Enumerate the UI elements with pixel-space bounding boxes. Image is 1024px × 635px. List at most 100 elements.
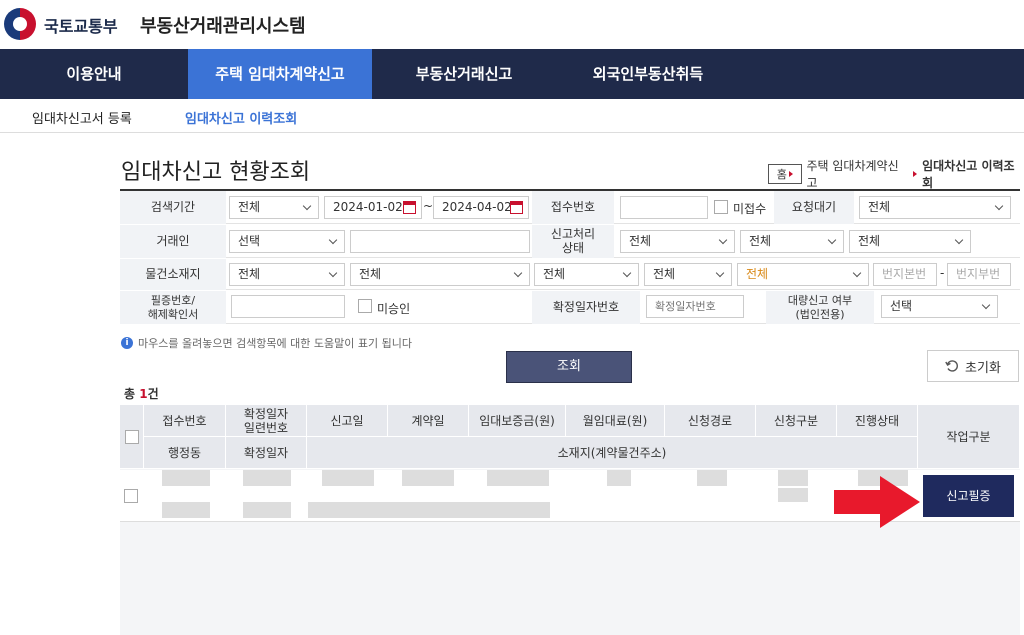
nav-item-guide[interactable]: 이용안내 [0, 49, 188, 99]
arrow-right-icon [834, 490, 884, 514]
bulk-report-label: 대량신고 여부 (법인전용) [766, 291, 874, 324]
home-label: 홈 [776, 168, 787, 181]
unapproved-checkbox[interactable] [358, 299, 372, 313]
system-title[interactable]: 부동산거래관리시스템 [140, 12, 306, 38]
sub-nav: 임대차신고서 등록 임대차신고 이력조회 [0, 99, 1024, 133]
sub-lot-number-input[interactable]: 번지부번 [947, 263, 1011, 286]
location-select-1[interactable]: 전체 [229, 263, 345, 286]
breadcrumb: 홈 주택 임대차계약신고 임대차신고 이력조회 [768, 157, 1024, 191]
blurred-value [778, 470, 808, 486]
location-label: 물건소재지 [120, 259, 226, 290]
blurred-value [162, 502, 210, 518]
reset-button[interactable]: 초기화 [927, 350, 1019, 382]
col-route: 신청경로 [665, 405, 756, 437]
process-status-select-2[interactable]: 전체 [740, 230, 844, 253]
col-request-type: 신청구분 [756, 405, 837, 437]
period-label: 검색기간 [120, 191, 226, 224]
unapproved-label: 미승인 [377, 302, 411, 316]
col-work-type: 작업구분 [918, 405, 1020, 469]
total-number: 1 [139, 387, 148, 401]
blurred-value [778, 488, 808, 502]
blurred-value [697, 470, 727, 486]
subnav-item-history[interactable]: 임대차신고 이력조회 [185, 108, 297, 127]
period-to-input[interactable]: 2024-04-02 [433, 196, 529, 219]
col-monthly-rent: 월임대료(원) [566, 405, 665, 437]
calendar-icon[interactable] [403, 201, 416, 214]
process-status-select-1[interactable]: 전체 [620, 230, 735, 253]
fixed-date-label: 확정일자번호 [532, 291, 640, 324]
col-receipt-number: 접수번호 [144, 405, 226, 437]
nav-item-trade-report[interactable]: 부동산거래신고 [372, 49, 556, 99]
nav-item-lease-report[interactable]: 주택 임대차계약신고 [188, 49, 372, 99]
fixed-date-input[interactable] [646, 295, 744, 318]
receipt-label: 접수번호 [532, 191, 614, 224]
process-status-label: 신고처리 상태 [532, 225, 614, 258]
lot-number-dash: - [940, 266, 945, 280]
blurred-value [322, 470, 374, 486]
row-checkbox[interactable] [124, 489, 138, 503]
period-from-input[interactable]: 2024-01-02 [324, 196, 422, 219]
main-nav: 이용안내 주택 임대차계약신고 부동산거래신고 외국인부동산취득 [0, 49, 1024, 99]
col-report-date: 신고일 [307, 405, 388, 437]
blurred-value [487, 470, 549, 486]
location-select-2[interactable]: 전체 [350, 263, 530, 286]
period-to-value: 2024-04-02 [442, 200, 512, 214]
location-select-3[interactable]: 전체 [534, 263, 639, 286]
ministry-name[interactable]: 국토교통부 [44, 13, 118, 37]
cert-number-input[interactable] [231, 295, 345, 318]
total-count: 총 1건 [124, 385, 159, 402]
request-wait-select[interactable]: 전체 [859, 196, 1011, 219]
col-status: 진행상태 [837, 405, 918, 437]
period-type-select[interactable]: 전체 [229, 196, 319, 219]
calendar-icon[interactable] [510, 201, 523, 214]
info-icon: i [121, 337, 133, 349]
blurred-value [308, 502, 550, 518]
total-suffix: 건 [147, 387, 159, 401]
col-admin-dong: 행정동 [144, 437, 226, 469]
main-lot-number-input[interactable]: 번지본번 [873, 263, 937, 286]
bulk-report-select[interactable]: 선택 [881, 295, 998, 318]
period-from-value: 2024-01-02 [333, 200, 403, 214]
breadcrumb-level1[interactable]: 주택 임대차계약신고 [807, 157, 909, 191]
home-button[interactable]: 홈 [768, 164, 802, 184]
page-title: 임대차신고 현황조회 [121, 160, 311, 185]
blurred-value [243, 502, 291, 518]
report-certificate-button[interactable]: 신고필증 [923, 475, 1014, 517]
breadcrumb-current: 임대차신고 이력조회 [922, 159, 1015, 190]
col-contract-date: 계약일 [388, 405, 469, 437]
select-all-checkbox[interactable] [124, 429, 139, 444]
unreceived-label: 미접수 [733, 202, 767, 216]
party-label: 거래인 [120, 225, 226, 258]
search-button[interactable]: 조회 [506, 351, 632, 383]
unreceived-checkbox[interactable] [714, 200, 728, 214]
receipt-input[interactable] [620, 196, 708, 219]
subnav-item-register[interactable]: 임대차신고서 등록 [32, 108, 132, 127]
reset-label: 초기화 [965, 360, 1001, 376]
arrow-right-icon [788, 171, 793, 177]
request-wait-label: 요청대기 [774, 191, 854, 224]
total-prefix: 총 [124, 387, 140, 401]
blurred-value [162, 470, 210, 486]
party-type-select[interactable]: 선택 [229, 230, 345, 253]
col-fixed-date: 확정일자 [226, 437, 307, 469]
refresh-icon [945, 360, 959, 372]
ministry-logo-icon[interactable] [4, 8, 36, 40]
help-text: i 마우스를 올려놓으면 검색항목에 대한 도움말이 표기 됩니다 [121, 335, 412, 351]
col-deposit: 임대보증금(원) [469, 405, 566, 437]
party-input[interactable] [350, 230, 530, 253]
cert-number-label: 필증번호/ 해제확인서 [120, 291, 226, 324]
blurred-value [243, 470, 291, 486]
blurred-value [607, 470, 631, 486]
arrow-head-icon [880, 476, 920, 528]
col-address: 소재지(계약물건주소) [307, 437, 918, 469]
header-checkbox-cell [120, 405, 144, 469]
blurred-value [402, 470, 454, 486]
help-message: 마우스를 올려놓으면 검색항목에 대한 도움말이 표기 됩니다 [138, 337, 412, 350]
location-select-5[interactable]: 전체 [737, 263, 869, 286]
period-separator: ~ [423, 199, 434, 213]
col-fixed-serial: 확정일자 일련번호 [226, 405, 307, 437]
process-status-select-3[interactable]: 전체 [849, 230, 971, 253]
arrow-right-icon [913, 171, 918, 177]
location-select-4[interactable]: 전체 [644, 263, 732, 286]
nav-item-foreign-acquisition[interactable]: 외국인부동산취득 [556, 49, 740, 99]
